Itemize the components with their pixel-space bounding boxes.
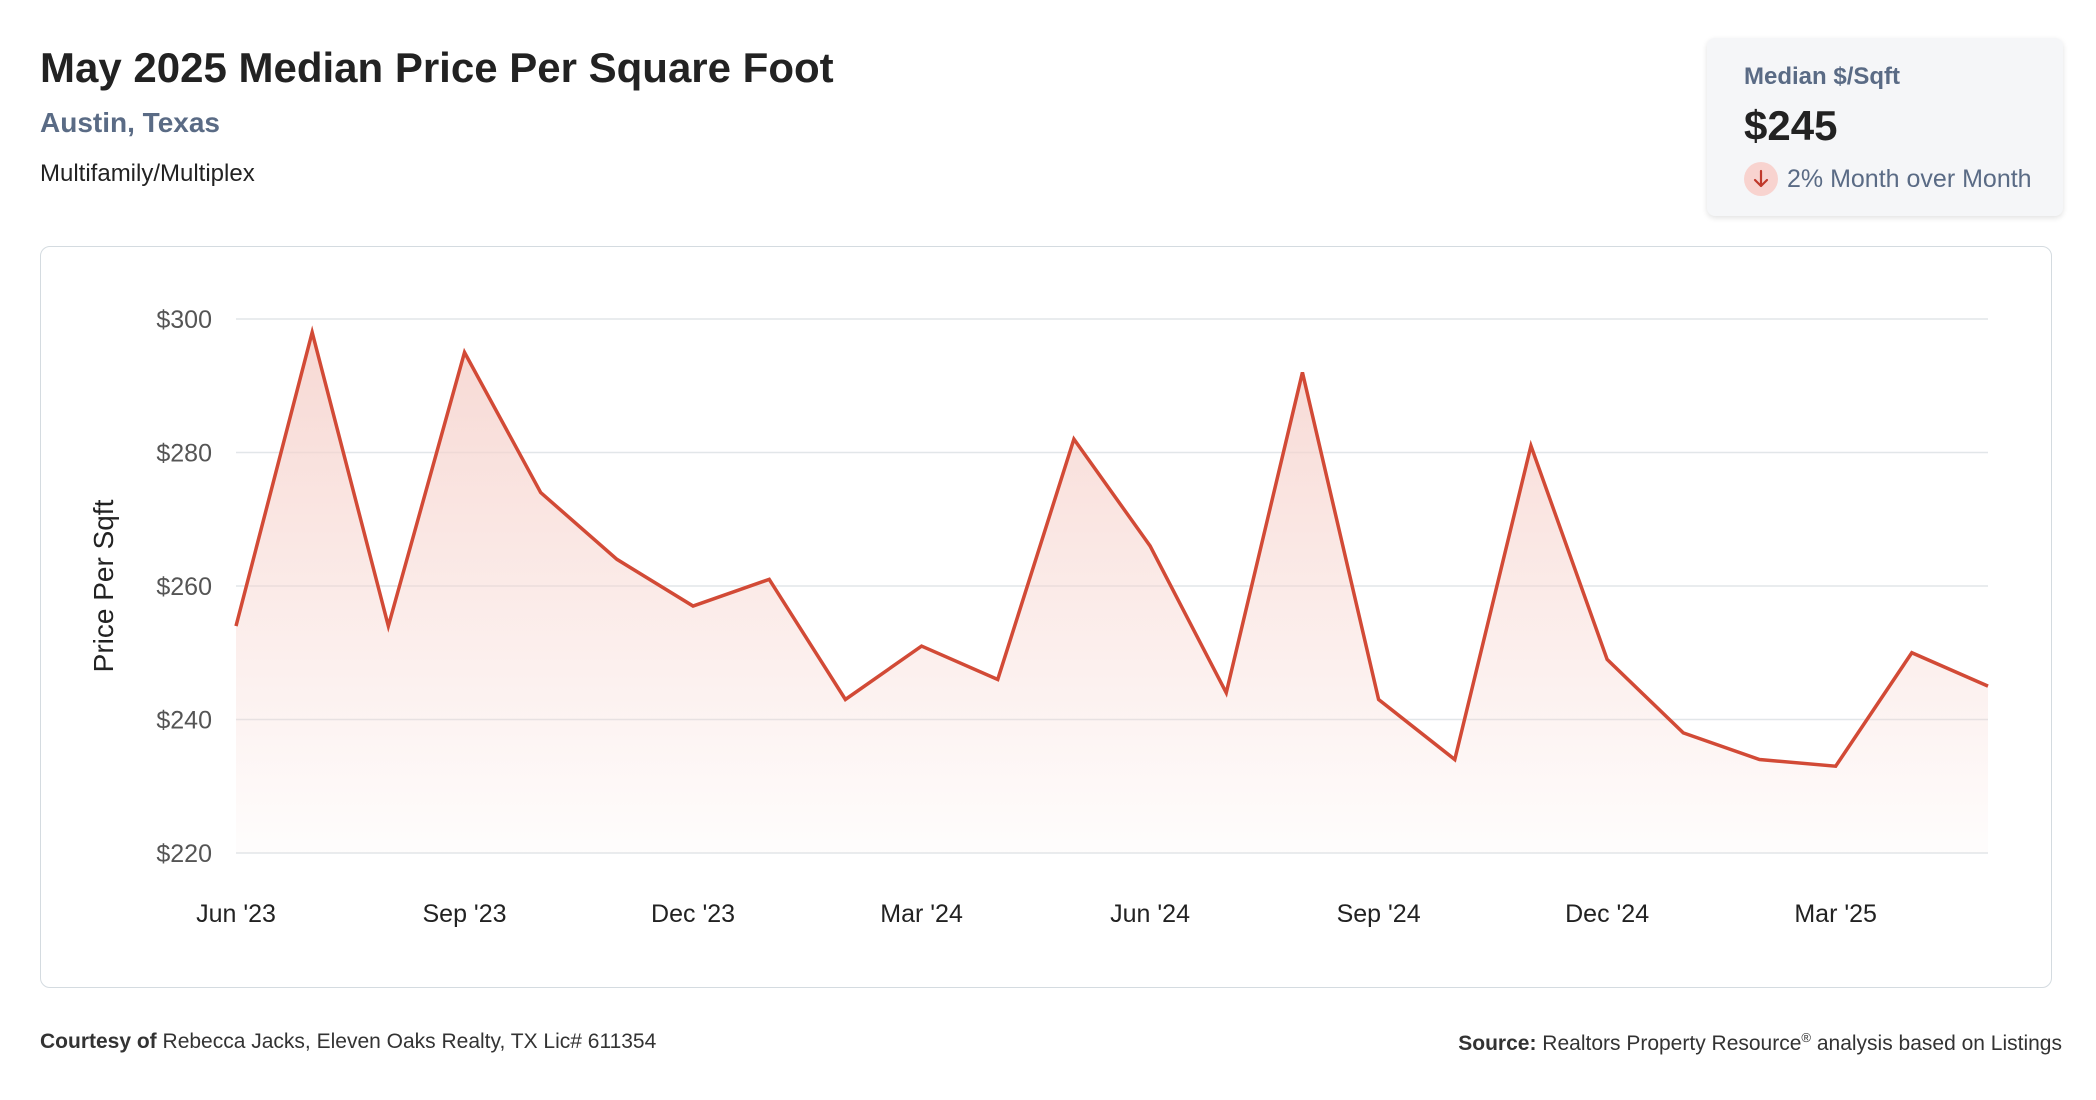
registered-mark: ®: [1801, 1030, 1811, 1045]
source-label: Source:: [1458, 1032, 1537, 1055]
kpi-value: $245: [1744, 102, 1838, 149]
x-tick-label: Jun '24: [1110, 900, 1190, 928]
data-point: [1834, 764, 1838, 768]
x-tick-label: Mar '24: [880, 900, 963, 928]
data-point: [1605, 657, 1609, 661]
data-point: [615, 557, 619, 561]
x-tick-label: Sep '24: [1337, 900, 1421, 928]
price-chart: $220 $240 $260 $280 $300 Price Per Sqft Jun '2…: [88, 306, 1990, 928]
kpi-card: Median $/Sqft $245 2% Month over Month: [1707, 38, 2063, 216]
data-point: [310, 330, 314, 334]
data-point: [234, 624, 238, 628]
data-point: [843, 697, 847, 701]
data-point: [539, 491, 543, 495]
arrow-down-icon: [1744, 162, 1778, 196]
courtesy-text: Rebecca Jacks, Eleven Oaks Realty, TX Li…: [162, 1030, 657, 1053]
location-subtitle: Austin, Texas: [40, 107, 220, 138]
y-tick-label: $240: [156, 707, 212, 735]
data-point: [920, 644, 924, 648]
x-tick-label: Jun '23: [196, 900, 276, 928]
data-point: [1224, 691, 1228, 695]
x-tick-label: Dec '23: [651, 900, 735, 928]
kpi-change-text: 2% Month over Month: [1787, 164, 2032, 193]
x-tick-label: Dec '24: [1565, 900, 1649, 928]
source-footer: Source: Realtors Property Resource® anal…: [1458, 1030, 2062, 1056]
y-tick-label: $220: [156, 840, 212, 868]
property-category: Multifamily/Multiplex: [40, 160, 255, 187]
kpi-label: Median $/Sqft: [1744, 63, 1901, 90]
data-point: [1529, 444, 1533, 448]
y-tick-label: $260: [156, 573, 212, 601]
y-axis-label: Price Per Sqft: [88, 499, 119, 672]
source-text: Realtors Property Resource: [1542, 1032, 1802, 1055]
data-point: [1300, 370, 1304, 374]
page-title: May 2025 Median Price Per Square Foot: [40, 44, 834, 91]
area-fill: [236, 332, 1988, 854]
chart-card: $220 $240 $260 $280 $300 Price Per Sqft Jun '2…: [40, 246, 2052, 988]
data-point: [1453, 758, 1457, 762]
data-point: [1757, 758, 1761, 762]
data-point: [1377, 697, 1381, 701]
data-point: [386, 624, 390, 628]
data-point: [1910, 651, 1914, 655]
data-point: [1072, 437, 1076, 441]
courtesy-footer: Courtesy of Rebecca Jacks, Eleven Oaks R…: [40, 1030, 656, 1054]
data-point: [996, 677, 1000, 681]
kpi-change: 2% Month over Month: [1744, 162, 2032, 196]
y-tick-label: $300: [156, 306, 212, 334]
data-point: [1148, 544, 1152, 548]
x-tick-label: Mar '25: [1794, 900, 1877, 928]
data-point: [691, 604, 695, 608]
source-text-b: analysis based on Listings: [1811, 1032, 2062, 1055]
data-point: [767, 577, 771, 581]
x-tick-label: Sep '23: [423, 900, 507, 928]
data-point: [1681, 731, 1685, 735]
y-tick-label: $280: [156, 440, 212, 468]
data-point: [1986, 684, 1990, 688]
courtesy-label: Courtesy of: [40, 1030, 157, 1053]
data-point: [463, 350, 467, 354]
